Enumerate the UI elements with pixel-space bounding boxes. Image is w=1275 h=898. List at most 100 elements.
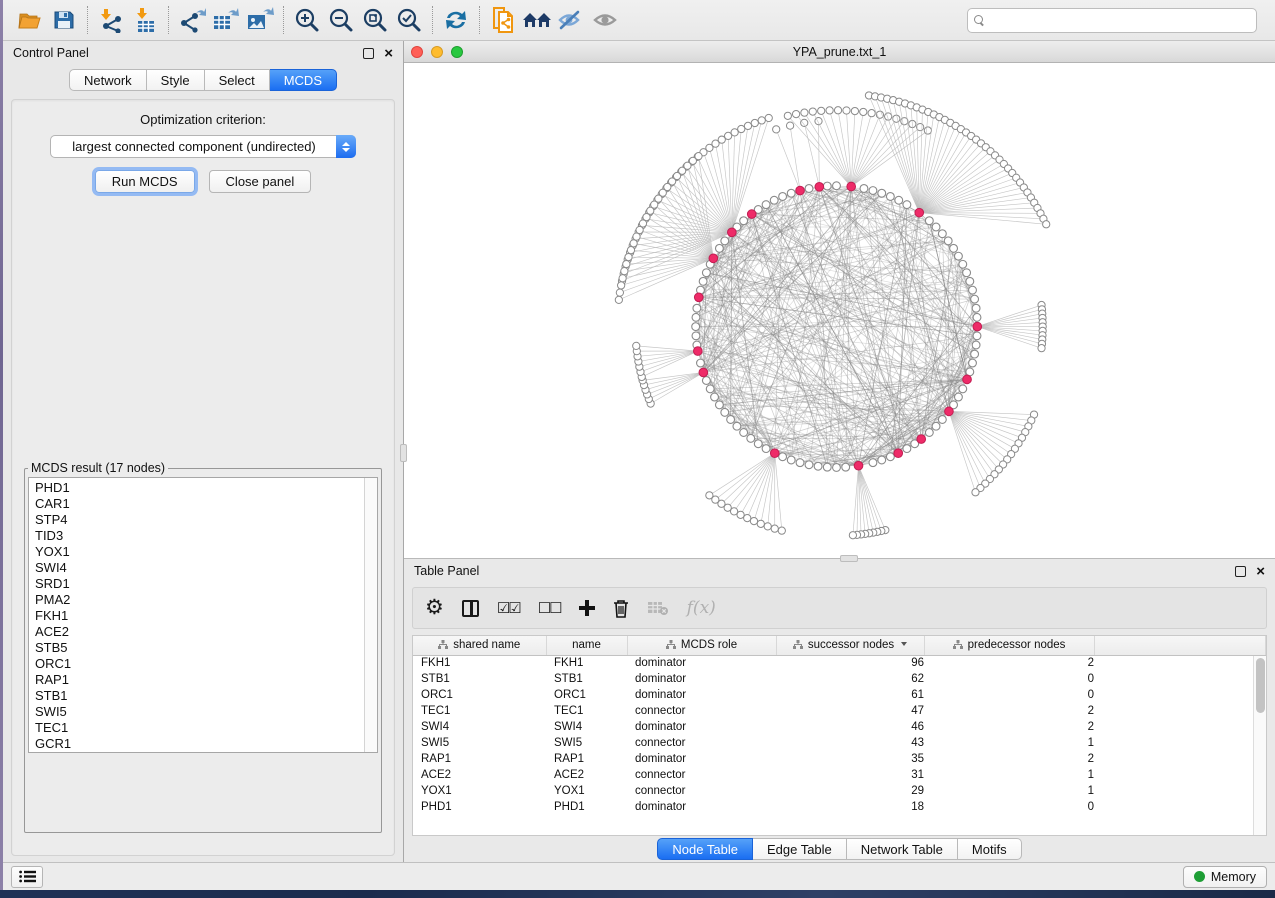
table-header-row: shared name name MCDS role successor nod… xyxy=(413,636,1266,655)
toolbar-separator xyxy=(479,6,480,34)
mcds-result-item[interactable]: FKH1 xyxy=(35,608,377,624)
table-row[interactable]: YOX1YOX1connector291 xyxy=(413,783,1266,799)
refresh-view-icon[interactable] xyxy=(439,4,473,36)
status-bar: Memory xyxy=(3,862,1275,890)
duplicate-network-icon[interactable] xyxy=(486,4,520,36)
mcds-result-item[interactable]: TID3 xyxy=(35,528,377,544)
search-field[interactable] xyxy=(967,8,1257,33)
column-header-name[interactable]: name xyxy=(546,636,627,655)
memory-button[interactable]: Memory xyxy=(1183,866,1267,888)
main-toolbar xyxy=(3,0,1275,41)
mcds-list-scrollbar[interactable] xyxy=(364,478,377,752)
mcds-panel: Optimization criterion: largest connecte… xyxy=(11,99,395,856)
mcds-result-item[interactable]: TEC1 xyxy=(35,720,377,736)
table-row[interactable]: PHD1PHD1dominator180 xyxy=(413,799,1266,815)
close-table-panel-icon[interactable]: × xyxy=(1256,566,1265,577)
mcds-result-item[interactable]: YOX1 xyxy=(35,544,377,560)
zoom-selected-icon[interactable] xyxy=(392,4,426,36)
mcds-result-item[interactable]: ORC1 xyxy=(35,656,377,672)
shared-column-icon xyxy=(666,640,676,652)
table-row[interactable]: ORC1ORC1dominator610 xyxy=(413,687,1266,703)
network-window: YPA_prune.txt_1 xyxy=(404,41,1275,559)
mcds-result-item[interactable]: SWI4 xyxy=(35,560,377,576)
open-session-icon[interactable] xyxy=(13,4,47,36)
table-scrollbar[interactable] xyxy=(1253,656,1266,835)
tab-network[interactable]: Network xyxy=(69,69,147,91)
import-table-icon[interactable] xyxy=(128,4,162,36)
export-image-icon[interactable] xyxy=(243,4,277,36)
mcds-result-item[interactable]: STP4 xyxy=(35,512,377,528)
dropdown-stepper-icon xyxy=(336,135,356,158)
table-row[interactable]: ACE2ACE2connector311 xyxy=(413,767,1266,783)
delete-columns-icon[interactable] xyxy=(613,596,629,620)
export-table-icon[interactable] xyxy=(209,4,243,36)
mcds-result-item[interactable]: GCR1 xyxy=(35,736,377,752)
task-history-button[interactable] xyxy=(11,866,43,888)
zoom-in-icon[interactable] xyxy=(290,4,324,36)
table-row[interactable]: STB1STB1dominator620 xyxy=(413,671,1266,687)
column-header-mcds-role[interactable]: MCDS role xyxy=(627,636,776,655)
mcds-result-item[interactable]: STB1 xyxy=(35,688,377,704)
mcds-result-item[interactable]: PHD1 xyxy=(35,480,377,496)
select-all-checkboxes-icon[interactable]: ☑☑ xyxy=(497,596,520,620)
close-panel-icon[interactable]: × xyxy=(384,48,393,59)
desktop-background: Control Panel × Network Style Select MCD… xyxy=(0,0,1275,898)
mcds-result-item[interactable]: STB5 xyxy=(35,640,377,656)
first-neighbors-icon[interactable] xyxy=(520,4,554,36)
search-input[interactable] xyxy=(990,13,1250,27)
table-panel-title: Table Panel xyxy=(414,564,479,578)
close-panel-button[interactable]: Close panel xyxy=(209,170,312,193)
table-row[interactable]: TEC1TEC1connector472 xyxy=(413,703,1266,719)
network-titlebar[interactable]: YPA_prune.txt_1 xyxy=(404,41,1275,63)
deselect-all-checkboxes-icon[interactable]: ☐☐ xyxy=(538,596,561,620)
horizontal-splitter-handle[interactable] xyxy=(840,555,858,562)
mcds-result-item[interactable]: SRD1 xyxy=(35,576,377,592)
toolbar-separator xyxy=(283,6,284,34)
add-column-icon[interactable] xyxy=(579,596,595,620)
network-canvas[interactable] xyxy=(404,63,1275,558)
mcds-result-item[interactable]: ACE2 xyxy=(35,624,377,640)
memory-label: Memory xyxy=(1211,870,1256,884)
show-all-icon[interactable] xyxy=(588,4,622,36)
settings-gear-icon[interactable]: ⚙ xyxy=(425,596,444,620)
shared-column-icon xyxy=(793,640,803,652)
column-header-successor-nodes[interactable]: successor nodes xyxy=(776,636,924,655)
export-network-icon[interactable] xyxy=(175,4,209,36)
float-panel-icon[interactable] xyxy=(363,48,374,59)
table-row[interactable]: RAP1RAP1dominator352 xyxy=(413,751,1266,767)
tab-select[interactable]: Select xyxy=(205,69,270,91)
toolbar-separator xyxy=(432,6,433,34)
tab-network-table[interactable]: Network Table xyxy=(847,838,958,860)
table-row[interactable]: SWI4SWI4dominator462 xyxy=(413,719,1266,735)
import-network-icon[interactable] xyxy=(94,4,128,36)
tab-edge-table[interactable]: Edge Table xyxy=(753,838,847,860)
zoom-fit-icon[interactable] xyxy=(358,4,392,36)
mcds-result-list[interactable]: PHD1CAR1STP4TID3YOX1SWI4SRD1PMA2FKH1ACE2… xyxy=(28,477,378,753)
node-table: shared name name MCDS role successor nod… xyxy=(412,635,1267,836)
tab-mcds[interactable]: MCDS xyxy=(270,69,337,91)
mcds-result-item[interactable]: SWI5 xyxy=(35,704,377,720)
criterion-dropdown[interactable]: largest connected component (undirected) xyxy=(50,135,356,158)
zoom-out-icon[interactable] xyxy=(324,4,358,36)
tab-style[interactable]: Style xyxy=(147,69,205,91)
table-row[interactable]: SWI5SWI5connector431 xyxy=(413,735,1266,751)
hide-selected-icon[interactable] xyxy=(554,4,588,36)
mcds-result-item[interactable]: RAP1 xyxy=(35,672,377,688)
tab-node-table[interactable]: Node Table xyxy=(657,838,753,860)
toggle-column-view-icon[interactable] xyxy=(462,596,479,620)
network-title: YPA_prune.txt_1 xyxy=(404,45,1275,59)
mcds-result-fieldset: MCDS result (17 nodes) PHD1CAR1STP4TID3Y… xyxy=(24,461,382,833)
column-header-predecessor-nodes[interactable]: predecessor nodes xyxy=(924,636,1094,655)
optimization-criterion-label: Optimization criterion: xyxy=(24,112,382,127)
mcds-result-item[interactable]: CAR1 xyxy=(35,496,377,512)
save-session-icon[interactable] xyxy=(47,4,81,36)
float-table-panel-icon[interactable] xyxy=(1235,566,1246,577)
panel-splitter-handle[interactable] xyxy=(400,444,407,462)
tab-motifs[interactable]: Motifs xyxy=(958,838,1022,860)
run-mcds-button[interactable]: Run MCDS xyxy=(95,170,195,193)
table-row[interactable]: FKH1FKH1dominator962 xyxy=(413,655,1266,671)
application-window: Control Panel × Network Style Select MCD… xyxy=(3,0,1275,890)
mcds-result-item[interactable]: PMA2 xyxy=(35,592,377,608)
column-header-shared-name[interactable]: shared name xyxy=(413,636,546,655)
table-scrollbar-thumb[interactable] xyxy=(1256,658,1265,713)
